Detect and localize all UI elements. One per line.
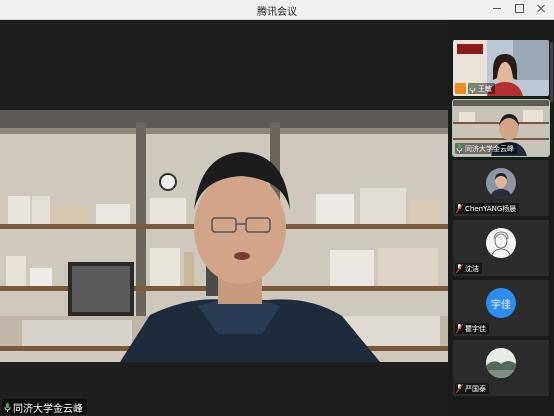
- avatar: 宇佳: [486, 288, 516, 318]
- mic-icon: [456, 144, 463, 153]
- participant-label: 沈洁: [455, 263, 482, 274]
- participant-name: 同济大学金云峰: [465, 144, 514, 153]
- main-speaker-label: 同济大学金云峰: [2, 399, 87, 415]
- avatar: [486, 228, 516, 258]
- speaker-video-frame: [0, 110, 448, 362]
- main-video-area: 同济大学金云峰: [0, 20, 448, 416]
- mic-muted-icon: [456, 204, 463, 213]
- participant-label: 王敏: [468, 83, 495, 94]
- mic-icon: [4, 402, 11, 412]
- window-title: 腾讯会议: [257, 7, 297, 18]
- meeting-window: 腾讯会议 同济大学金云峰 王敏 同济大学金云峰 ChenYANG杨晨 沈洁 宇佳…: [0, 0, 554, 416]
- speaker-video[interactable]: [0, 110, 448, 362]
- participant-tile[interactable]: 同济大学金云峰: [452, 99, 550, 157]
- participant-tile[interactable]: ChenYANG杨晨: [453, 160, 549, 216]
- participant-label: 瞿宇佳: [455, 323, 489, 334]
- participant-sidebar: 王敏 同济大学金云峰 ChenYANG杨晨 沈洁 宇佳 瞿宇佳 严国泰: [448, 20, 554, 416]
- close-button[interactable]: [536, 3, 546, 13]
- mic-muted-icon: [456, 264, 463, 273]
- participant-tile[interactable]: 严国泰: [453, 340, 549, 396]
- participant-label: ChenYANG杨晨: [455, 203, 520, 214]
- title-bar: 腾讯会议: [0, 0, 554, 20]
- participant-tile[interactable]: 王敏: [453, 40, 549, 96]
- avatar: [486, 168, 516, 198]
- screen-share-icon: [455, 83, 466, 94]
- participant-label: 同济大学金云峰: [455, 143, 517, 154]
- minimize-button[interactable]: [492, 3, 502, 13]
- participant-tile[interactable]: 宇佳 瞿宇佳: [453, 280, 549, 336]
- maximize-button[interactable]: [514, 3, 524, 13]
- avatar: [486, 348, 516, 378]
- participant-name: 严国泰: [465, 384, 486, 393]
- mic-muted-icon: [456, 324, 463, 333]
- window-controls: [492, 3, 546, 13]
- sidebar-scrollbar[interactable]: [550, 42, 553, 102]
- participant-name: 沈洁: [465, 264, 479, 273]
- main-speaker-name: 同济大学金云峰: [13, 403, 83, 415]
- participant-tile[interactable]: 沈洁: [453, 220, 549, 276]
- participant-name: 瞿宇佳: [465, 324, 486, 333]
- mic-icon: [469, 84, 476, 93]
- participant-label: 严国泰: [455, 383, 489, 394]
- mic-muted-icon: [456, 384, 463, 393]
- participant-name: 王敏: [478, 84, 492, 93]
- participant-name: ChenYANG杨晨: [465, 204, 517, 213]
